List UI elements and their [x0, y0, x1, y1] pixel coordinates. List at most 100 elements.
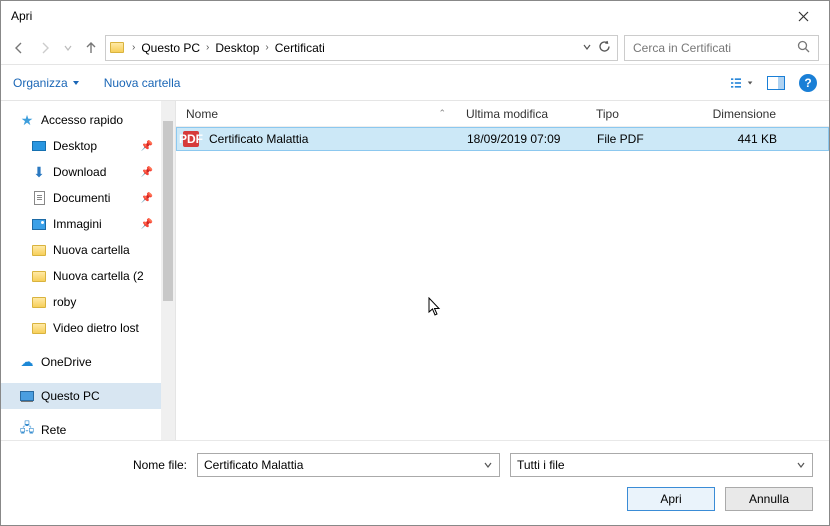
folder-icon	[106, 42, 128, 53]
filter-value: Tutti i file	[517, 458, 565, 472]
preview-pane-button[interactable]	[765, 72, 787, 94]
col-label: Ultima modifica	[466, 107, 548, 121]
file-pane: Nome ⌃ Ultima modifica Tipo Dimensione P…	[176, 101, 829, 441]
sidebar-item-label: Desktop	[53, 139, 97, 153]
onedrive-icon: ☁	[19, 354, 35, 370]
folder-icon	[31, 294, 47, 310]
organize-menu[interactable]: Organizza	[13, 76, 80, 90]
file-type: File PDF	[597, 132, 644, 146]
up-button[interactable]	[83, 40, 99, 56]
filename-input[interactable]: Certificato Malattia	[197, 453, 500, 477]
new-folder-button[interactable]: Nuova cartella	[104, 76, 181, 90]
help-button[interactable]: ?	[799, 74, 817, 92]
download-icon: ⬇	[31, 164, 47, 180]
toolbar: Organizza Nuova cartella ?	[1, 65, 829, 101]
sidebar-item-label: Rete	[41, 423, 66, 437]
sidebar-item-label: Immagini	[53, 217, 102, 231]
search-icon	[797, 40, 810, 56]
breadcrumb[interactable]: › Questo PC › Desktop › Certificati	[105, 35, 618, 61]
document-icon	[31, 190, 47, 206]
sidebar-item-label: roby	[53, 295, 76, 309]
col-header-name[interactable]: Nome ⌃	[176, 107, 456, 121]
images-icon	[31, 216, 47, 232]
scrollbar-thumb[interactable]	[163, 121, 173, 301]
chevron-down-icon	[796, 460, 806, 470]
sidebar-item-documents[interactable]: Documenti 📌	[1, 185, 175, 211]
cancel-button[interactable]: Annulla	[725, 487, 813, 511]
sidebar-item-download[interactable]: ⬇ Download 📌	[1, 159, 175, 185]
chevron-right-icon[interactable]: ›	[202, 42, 213, 53]
pin-icon: 📌	[141, 193, 153, 204]
crumb-folder[interactable]: Certificati	[273, 41, 327, 55]
sidebar-item-newfolder2[interactable]: Nuova cartella (2	[1, 263, 175, 289]
chevron-down-icon	[483, 460, 493, 470]
desktop-icon	[31, 138, 47, 154]
footer: Nome file: Certificato Malattia Tutti i …	[1, 440, 829, 525]
sidebar-onedrive[interactable]: ☁ OneDrive	[1, 349, 175, 375]
refresh-button[interactable]	[598, 40, 611, 56]
col-label: Dimensione	[713, 107, 776, 121]
window-title: Apri	[11, 9, 32, 23]
view-options-button[interactable]	[731, 72, 753, 94]
crumb-pc[interactable]: Questo PC	[139, 41, 202, 55]
filename-value: Certificato Malattia	[204, 458, 303, 472]
sidebar-item-label: Questo PC	[41, 389, 100, 403]
nav-row: › Questo PC › Desktop › Certificati Cerc…	[1, 31, 829, 65]
sidebar-this-pc[interactable]: Questo PC	[1, 383, 175, 409]
nav-buttons	[11, 40, 99, 56]
open-button[interactable]: Apri	[627, 487, 715, 511]
sidebar-item-roby[interactable]: roby	[1, 289, 175, 315]
close-button[interactable]	[783, 2, 823, 30]
chevron-down-icon[interactable]	[582, 41, 592, 55]
file-name: Certificato Malattia	[209, 132, 308, 146]
sidebar-item-label: Documenti	[53, 191, 110, 205]
file-date: 18/09/2019 07:09	[467, 132, 560, 146]
forward-button[interactable]	[37, 40, 53, 56]
view-list-icon	[731, 76, 745, 90]
chevron-down-icon	[72, 79, 80, 87]
search-placeholder: Cerca in Certificati	[633, 41, 731, 55]
chevron-right-icon[interactable]: ›	[128, 42, 139, 53]
file-row[interactable]: PDF Certificato Malattia 18/09/2019 07:0…	[176, 127, 829, 151]
pdf-icon: PDF	[183, 131, 199, 147]
sidebar-item-newfolder[interactable]: Nuova cartella	[1, 237, 175, 263]
sidebar-item-label: Accesso rapido	[41, 113, 123, 127]
sidebar-item-label: Nuova cartella	[53, 243, 130, 257]
col-header-modified[interactable]: Ultima modifica	[456, 107, 586, 121]
body: ★ Accesso rapido Desktop 📌 ⬇ Download 📌 …	[1, 101, 829, 441]
preview-pane-icon	[767, 76, 785, 90]
back-button[interactable]	[11, 40, 27, 56]
sidebar-network[interactable]: 🖧 Rete	[1, 417, 175, 441]
pin-icon: 📌	[141, 167, 153, 178]
recent-dropdown[interactable]	[63, 43, 73, 53]
sidebar-item-video[interactable]: Video dietro lost	[1, 315, 175, 341]
column-headers: Nome ⌃ Ultima modifica Tipo Dimensione	[176, 101, 829, 127]
folder-icon	[31, 268, 47, 284]
filename-label: Nome file:	[17, 458, 187, 472]
file-size: 441 KB	[738, 132, 777, 146]
sidebar-item-desktop[interactable]: Desktop 📌	[1, 133, 175, 159]
sidebar-scrollbar[interactable]	[161, 101, 175, 441]
pin-icon: 📌	[141, 141, 153, 152]
sidebar-item-label: Download	[53, 165, 106, 179]
sidebar-quick-access[interactable]: ★ Accesso rapido	[1, 107, 175, 133]
sidebar: ★ Accesso rapido Desktop 📌 ⬇ Download 📌 …	[1, 101, 176, 441]
search-input[interactable]: Cerca in Certificati	[624, 35, 819, 61]
titlebar: Apri	[1, 1, 829, 31]
col-label: Nome	[186, 107, 218, 121]
col-label: Tipo	[596, 107, 619, 121]
crumb-desktop[interactable]: Desktop	[213, 41, 261, 55]
chevron-right-icon[interactable]: ›	[261, 42, 272, 53]
chevron-down-icon	[747, 79, 753, 87]
pin-icon: 📌	[141, 219, 153, 230]
col-header-size[interactable]: Dimensione	[696, 107, 786, 121]
sidebar-item-label: Nuova cartella (2	[53, 269, 144, 283]
folder-icon	[31, 242, 47, 258]
file-filter-select[interactable]: Tutti i file	[510, 453, 813, 477]
folder-icon	[31, 320, 47, 336]
col-header-type[interactable]: Tipo	[586, 107, 696, 121]
network-icon: 🖧	[19, 422, 35, 438]
close-icon	[798, 11, 809, 22]
sidebar-item-label: OneDrive	[41, 355, 92, 369]
sidebar-item-images[interactable]: Immagini 📌	[1, 211, 175, 237]
